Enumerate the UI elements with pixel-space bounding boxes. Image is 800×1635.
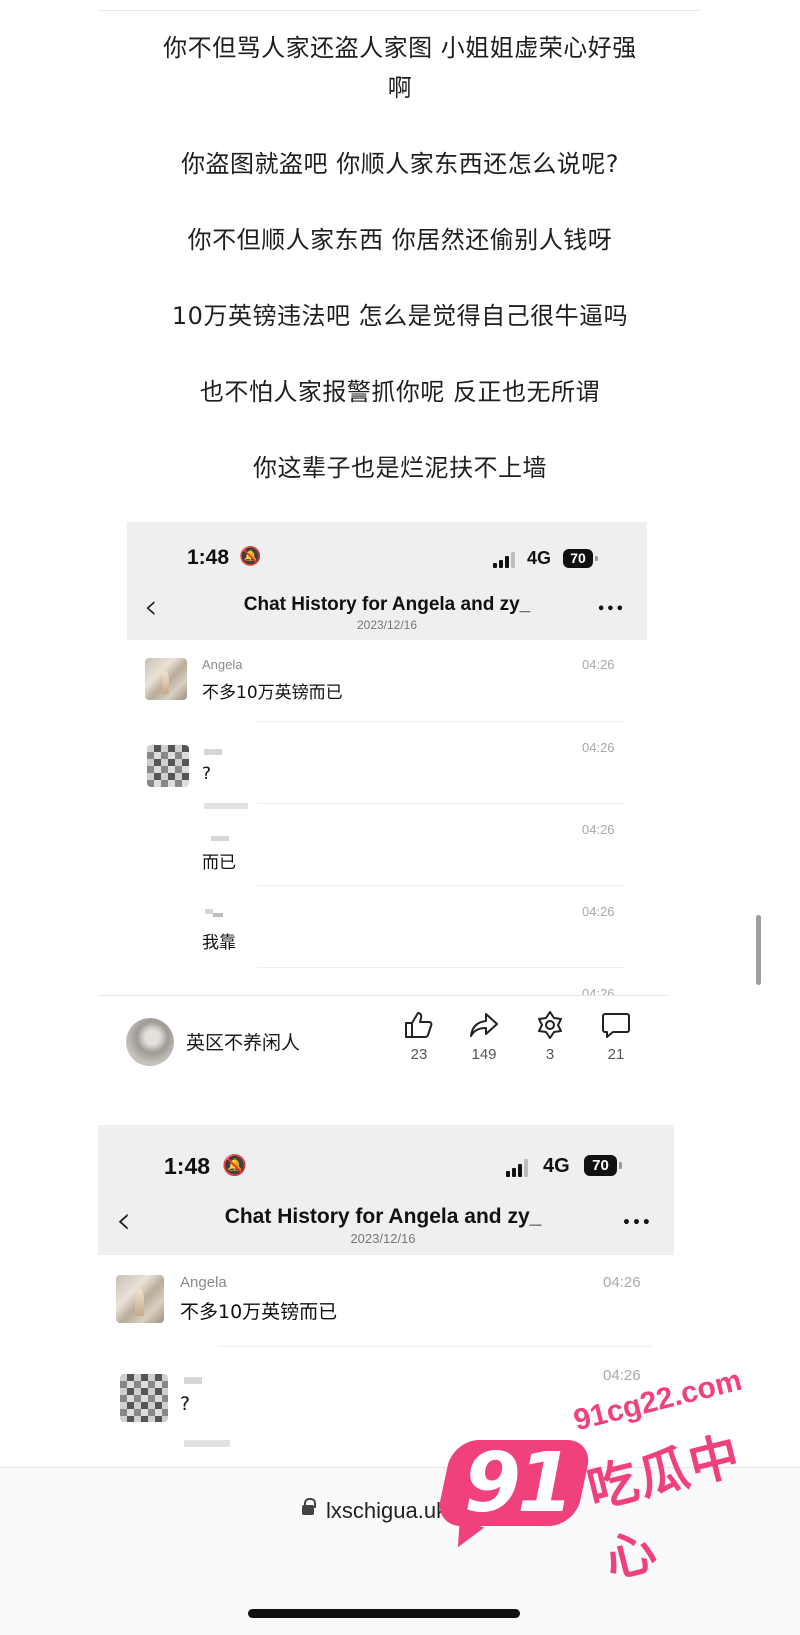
post-line: 你不但顺人家东西 你居然还偷别人钱呀: [187, 226, 613, 254]
silent-bell-icon: 🔕: [239, 546, 262, 567]
chat-message: Angela 不多10万英镑而已 04:26: [127, 640, 647, 722]
signal-icon: [506, 1159, 528, 1177]
chat-message: 我靠 04:26: [127, 886, 647, 968]
url-text[interactable]: lxschigua.uk: [326, 1498, 447, 1524]
avatar: [147, 745, 189, 787]
silent-bell-icon: 🔕: [222, 1153, 247, 1177]
message-text: 不多10万英镑而已: [180, 1301, 338, 1323]
signal-icon: [493, 552, 515, 568]
chat-title: Chat History for Angela and zy_: [224, 1205, 542, 1228]
post-line: 10万英镑违法吧 怎么是觉得自己很牛逼吗: [171, 302, 629, 330]
post-line: 你不但骂人家还盗人家图 小姐姐虚荣心好强: [163, 34, 637, 62]
post-line: 啊: [387, 74, 413, 102]
message-text: ?: [202, 764, 212, 784]
collect-count: 3: [545, 1046, 555, 1063]
chat-message: 而已 04:26: [127, 804, 647, 886]
message-text: 而已: [202, 853, 236, 873]
watermark-number: 91: [464, 1436, 574, 1531]
avatar: [120, 1374, 168, 1422]
chat-header: 1:48 🔕 4G 70 ‹ Chat History for Angela a…: [98, 1125, 674, 1255]
network-type: 4G: [527, 548, 552, 568]
scrollbar[interactable]: [756, 915, 761, 985]
message-text: 不多10万英镑而已: [202, 683, 343, 703]
more-icon: •••: [622, 1215, 652, 1231]
chat-date: 2023/12/16: [356, 618, 418, 632]
sender-name: Angela: [180, 1274, 227, 1291]
chat-message: ? 04:26: [127, 722, 647, 809]
avatar: [116, 1275, 164, 1323]
post-action-bar: 英区不养闲人 23 149 3 21: [98, 995, 668, 1083]
comment-icon: [602, 1013, 630, 1038]
post-line: 也不怕人家报警抓你呢 反正也无所谓: [199, 378, 601, 406]
share-count: 149: [471, 1046, 497, 1063]
sender-name: Angela: [202, 657, 243, 672]
chat-screenshot-1: 1:48 🔕 4G 70 ‹ Chat History for Angela a…: [127, 522, 647, 995]
message-time: 04:26: [603, 1274, 641, 1291]
status-time: 1:48: [187, 546, 230, 569]
back-icon: ‹: [144, 587, 158, 627]
more-icon: •••: [597, 602, 625, 617]
status-time: 1:48: [164, 1153, 211, 1179]
chat-date: 2023/12/16: [350, 1231, 416, 1246]
message-text: ?: [180, 1393, 191, 1415]
chat-title: Chat History for Angela and zy_: [243, 594, 531, 615]
share-button[interactable]: 149: [459, 1010, 509, 1063]
top-divider: [98, 10, 700, 11]
back-icon: ‹: [116, 1198, 132, 1242]
home-indicator[interactable]: [248, 1609, 520, 1618]
message-text: 我靠: [202, 933, 236, 953]
like-count: 23: [410, 1046, 428, 1063]
chat-message: 04:26: [127, 968, 647, 995]
message-time: 04:26: [582, 657, 615, 672]
message-time: 04:26: [582, 740, 615, 755]
message-time: 04:26: [582, 986, 615, 995]
post-line: 你盗图就盗吧 你顺人家东西还怎么说呢?: [181, 150, 619, 178]
chat-message: Angela 不多10万英镑而已 04:26: [98, 1255, 674, 1347]
post-line: 你这辈子也是烂泥扶不上墙: [253, 454, 547, 482]
battery-icon: 70: [584, 1155, 622, 1176]
watermark-logo: 91 91cg22.com 吃瓜中心: [434, 1364, 764, 1590]
author-name[interactable]: 英区不养闲人: [186, 1028, 300, 1055]
lock-icon: [302, 1498, 316, 1515]
share-icon: [470, 1013, 498, 1037]
message-time: 04:26: [582, 822, 615, 837]
author-avatar[interactable]: [126, 1018, 174, 1066]
message-time: 04:26: [582, 904, 615, 919]
battery-icon: 70: [563, 549, 598, 568]
collect-button[interactable]: 3: [525, 1010, 575, 1063]
comment-button[interactable]: 21: [591, 1010, 641, 1063]
comment-count: 21: [607, 1046, 625, 1063]
avatar: [145, 658, 187, 700]
chat-header: 1:48 🔕 4G 70 ‹ Chat History for Angela a…: [127, 522, 647, 640]
network-type: 4G: [543, 1155, 570, 1177]
collect-icon: [538, 1011, 562, 1039]
thumbs-up-icon: [405, 1012, 433, 1038]
like-button[interactable]: 23: [394, 1010, 444, 1063]
